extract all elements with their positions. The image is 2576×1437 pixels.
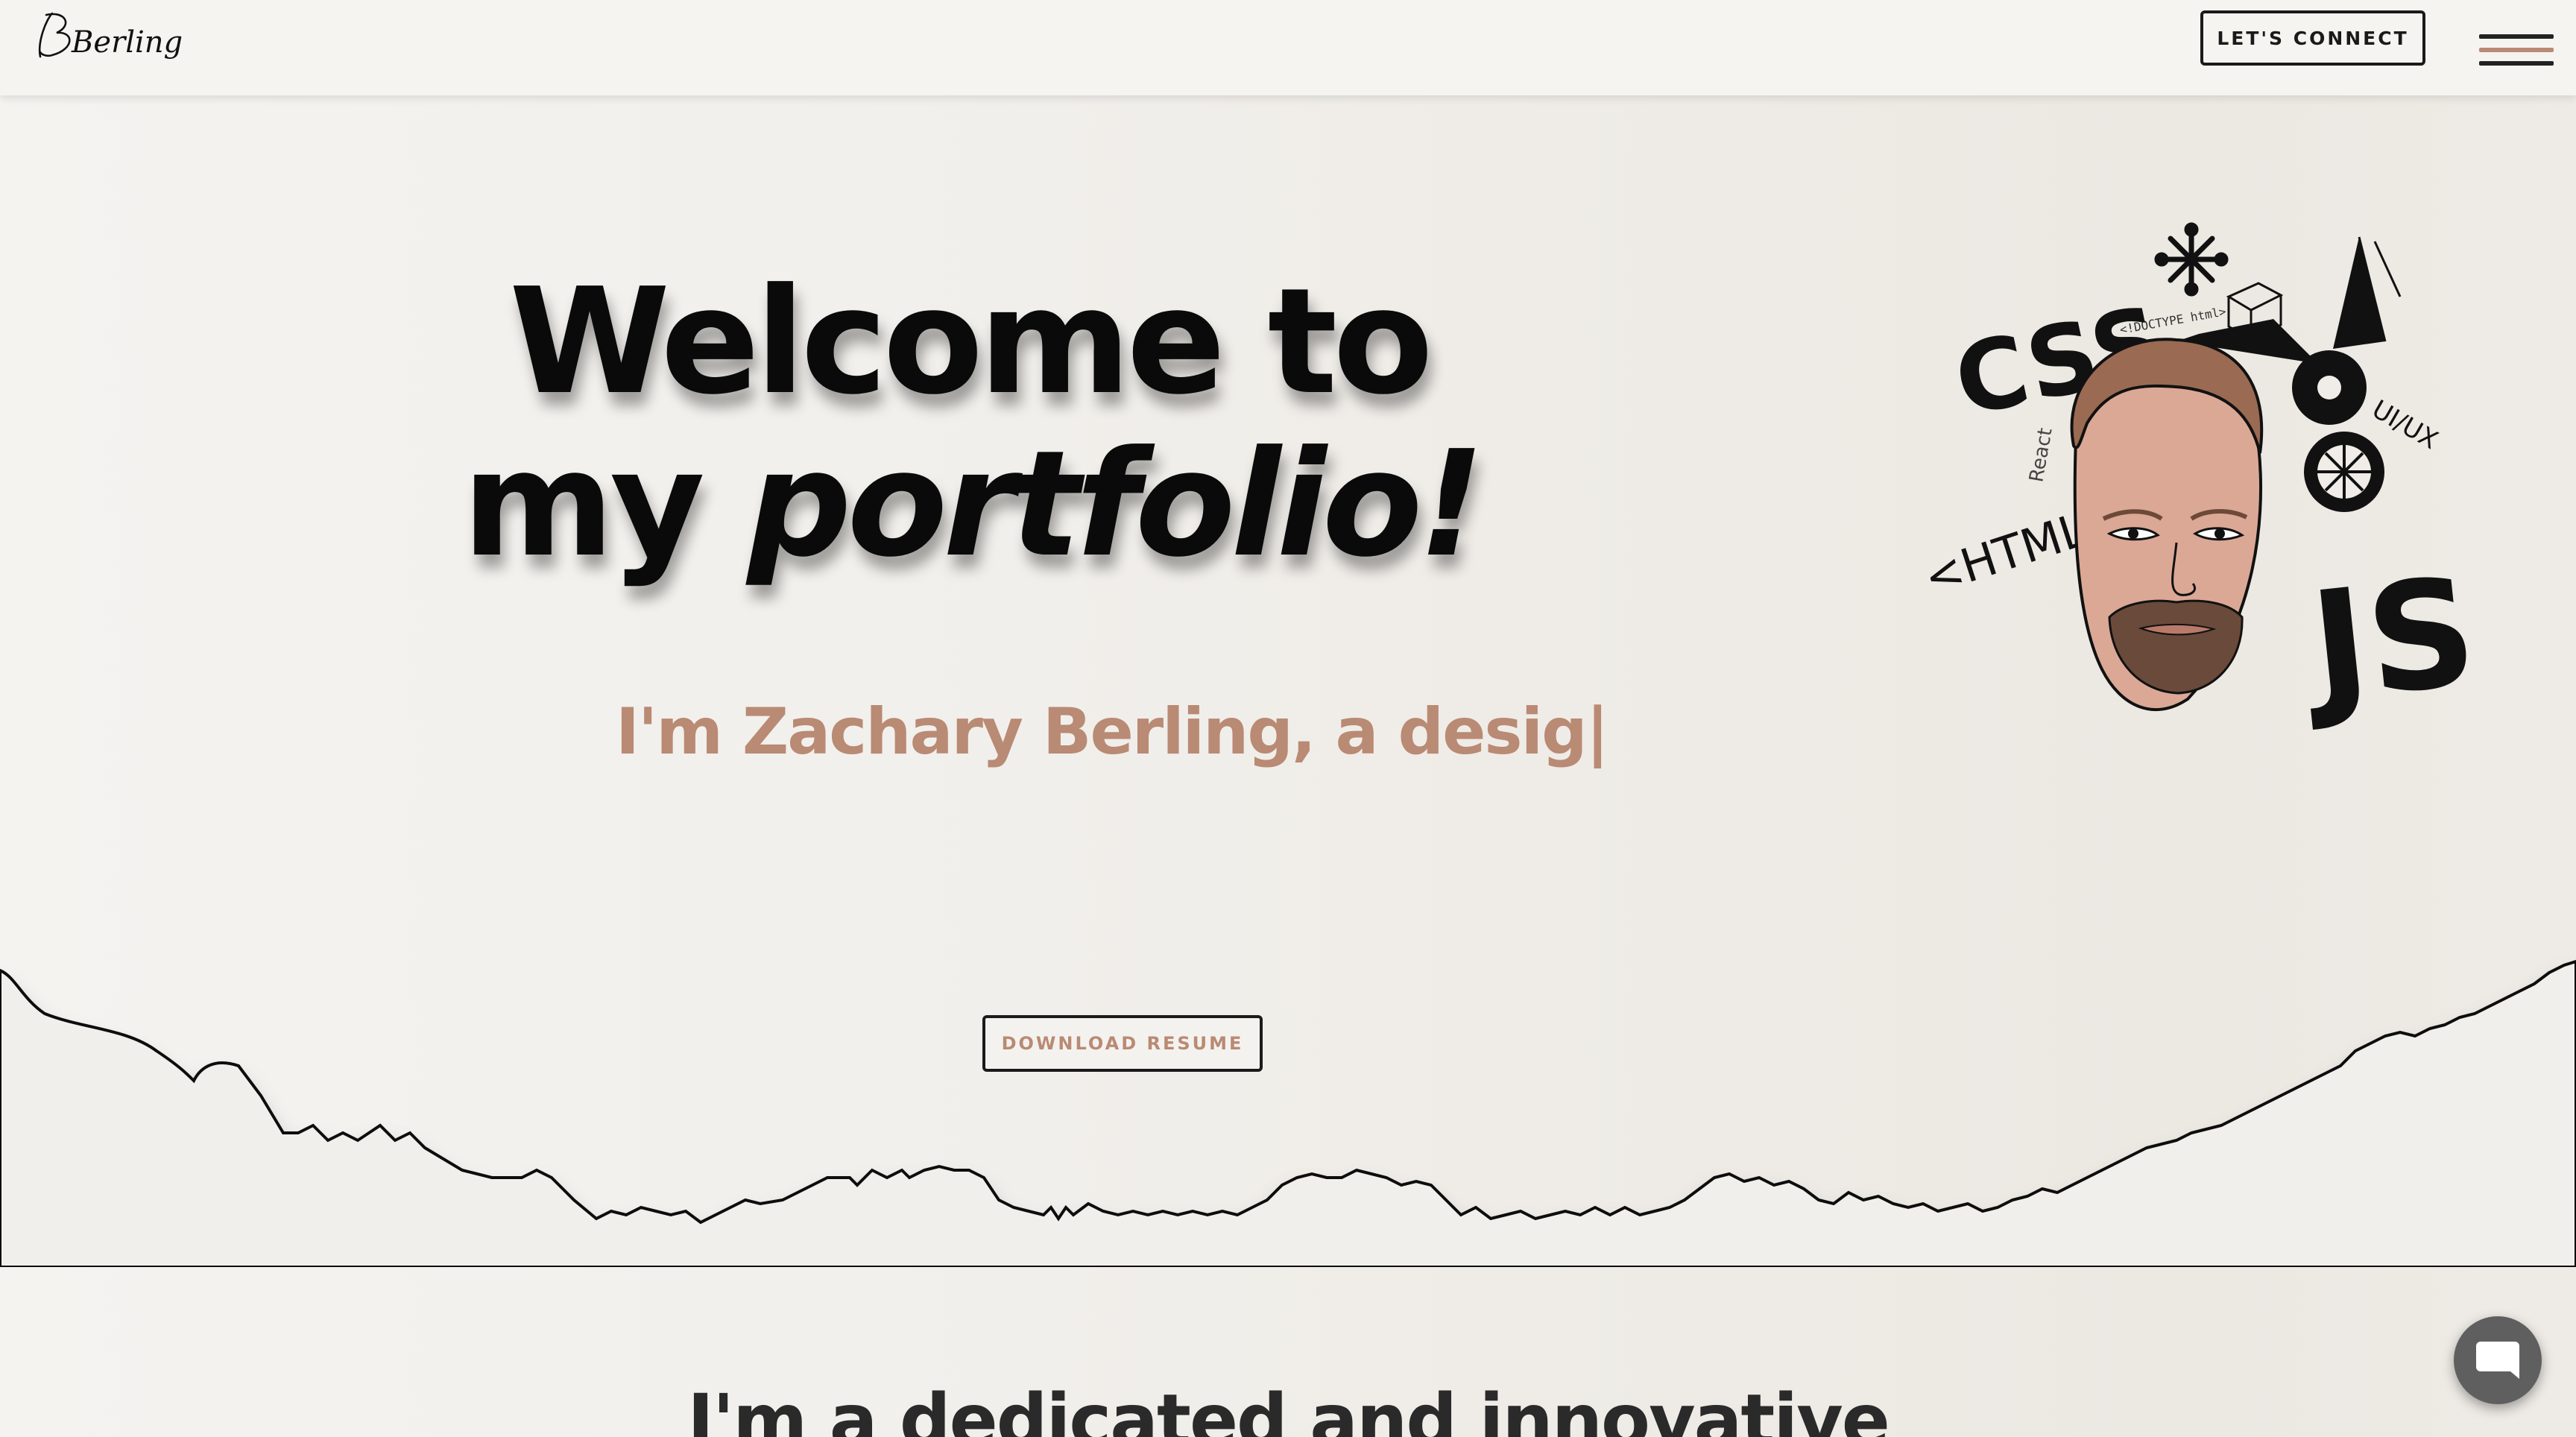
chat-widget-button[interactable] bbox=[2454, 1316, 2542, 1404]
torn-paper-divider bbox=[0, 959, 2576, 1267]
hero-title-line-1: Welcome to bbox=[509, 257, 1433, 427]
uiux-label: UI/UX bbox=[2367, 394, 2443, 455]
face-drawing bbox=[2070, 338, 2264, 712]
js-label: JS bbox=[2295, 545, 2484, 736]
asterisk-icon bbox=[2154, 222, 2229, 297]
hamburger-menu-icon[interactable] bbox=[2479, 34, 2554, 76]
lets-connect-button[interactable]: LET'S CONNECT bbox=[2200, 10, 2425, 66]
typed-intro: I'm Zachary Berling, a desig| bbox=[616, 695, 1609, 769]
typed-text: I'm Zachary Berling, a desig bbox=[616, 695, 1588, 769]
hero-title-my: my bbox=[462, 420, 705, 590]
berling-logo[interactable]: Berling bbox=[30, 3, 186, 78]
chat-bubble-icon bbox=[2476, 1342, 2519, 1379]
download-resume-button[interactable]: DOWNLOAD RESUME bbox=[982, 1015, 1263, 1072]
site-header: Berling LET'S CONNECT bbox=[0, 0, 2576, 95]
hero-title-portfolio: portfolio! bbox=[747, 420, 1485, 590]
portrait-illustration: <!DOCTYPE html> CSS UI/UX React <HTML> J… bbox=[1931, 222, 2484, 736]
hero-title-line-2: my portfolio! bbox=[462, 423, 1485, 586]
gear-icon bbox=[2292, 350, 2384, 512]
page: Berling LET'S CONNECT Welcome to my port… bbox=[0, 0, 2576, 1437]
react-label: React bbox=[2025, 426, 2056, 484]
typing-cursor: | bbox=[1585, 695, 1609, 769]
about-heading: I'm a dedicated and innovative bbox=[687, 1379, 1890, 1437]
logo-text: Berling bbox=[71, 25, 183, 60]
pyramid-icon bbox=[2333, 236, 2402, 349]
hero-title: Welcome to my portfolio! bbox=[462, 257, 1485, 586]
